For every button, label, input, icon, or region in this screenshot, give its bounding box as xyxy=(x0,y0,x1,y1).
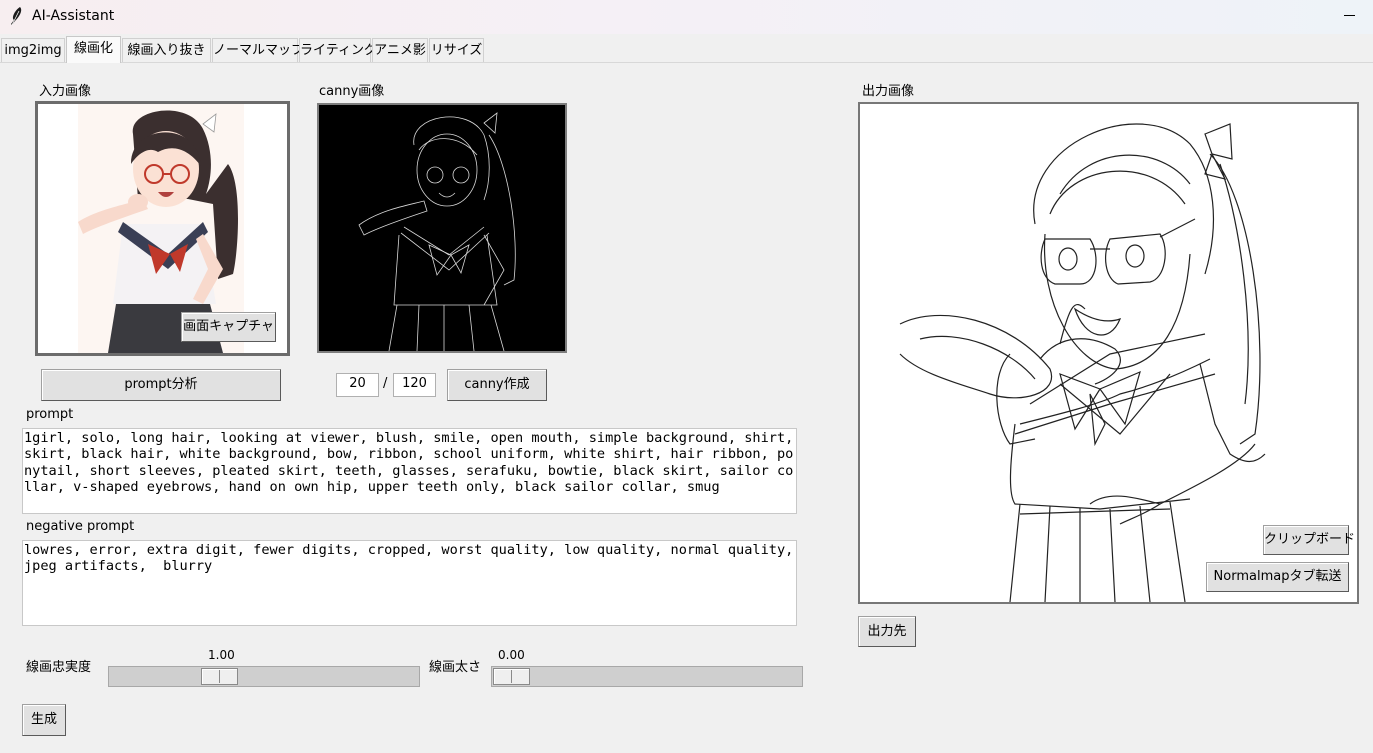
screen-capture-button[interactable]: 画面キャプチャ xyxy=(181,312,276,342)
tab-anime-shadow[interactable]: アニメ影 xyxy=(372,38,428,62)
thickness-label: 線画太さ xyxy=(429,660,482,675)
fidelity-slider[interactable] xyxy=(108,666,420,687)
prompt-textarea[interactable]: 1girl, solo, long hair, looking at viewe… xyxy=(22,428,797,514)
feather-app-icon xyxy=(11,7,22,26)
canny-low-threshold-input[interactable]: 20 xyxy=(336,373,379,397)
fidelity-slider-handle[interactable] xyxy=(201,668,238,685)
canny-edges xyxy=(358,112,516,351)
thickness-value: 0.00 xyxy=(498,648,525,662)
input-image: 画面キャプチャ xyxy=(35,101,290,356)
prompt-analyze-button[interactable]: prompt分析 xyxy=(41,369,281,401)
tab-img2img[interactable]: img2img xyxy=(1,38,65,62)
canny-image xyxy=(317,103,567,353)
canny-image-label: canny画像 xyxy=(319,84,385,99)
thickness-slider[interactable] xyxy=(491,666,803,687)
fidelity-label: 線画忠実度 xyxy=(26,660,92,675)
tab-lighting[interactable]: ライティング xyxy=(299,38,377,62)
negative-prompt-label: negative prompt xyxy=(26,519,135,534)
minimize-button[interactable] xyxy=(1340,5,1360,25)
tab-resize[interactable]: リサイズ xyxy=(429,38,484,62)
thickness-slider-handle[interactable] xyxy=(493,668,530,685)
canny-high-threshold-input[interactable]: 120 xyxy=(393,373,436,397)
threshold-separator: / xyxy=(383,376,388,391)
output-image: クリップボード Normalmapタブ転送 xyxy=(858,102,1359,604)
generate-button[interactable]: 生成 xyxy=(22,704,66,736)
input-image-label: 入力画像 xyxy=(39,84,92,99)
tab-lineart[interactable]: 線画化 xyxy=(66,36,121,63)
clipboard-button[interactable]: クリップボード xyxy=(1263,525,1355,555)
tab-normalmap[interactable]: ノーマルマップ xyxy=(212,38,304,62)
tab-bar: img2img 線画化 線画入り抜き ノーマルマップ ライティング アニメ影 リ… xyxy=(0,35,1373,63)
tab-lineart-extract[interactable]: 線画入り抜き xyxy=(122,38,211,62)
prompt-label: prompt xyxy=(26,407,74,422)
negative-prompt-textarea[interactable]: lowres, error, extra digit, fewer digits… xyxy=(22,540,797,626)
window-title: AI-Assistant xyxy=(32,8,115,24)
output-destination-button[interactable]: 出力先 xyxy=(858,616,916,647)
title-bar: AI-Assistant xyxy=(0,0,1373,34)
canny-create-button[interactable]: canny作成 xyxy=(447,369,547,401)
fidelity-value: 1.00 xyxy=(208,648,235,662)
normalmap-transfer-button[interactable]: Normalmapタブ転送 xyxy=(1206,562,1349,592)
output-image-label: 出力画像 xyxy=(862,84,915,99)
